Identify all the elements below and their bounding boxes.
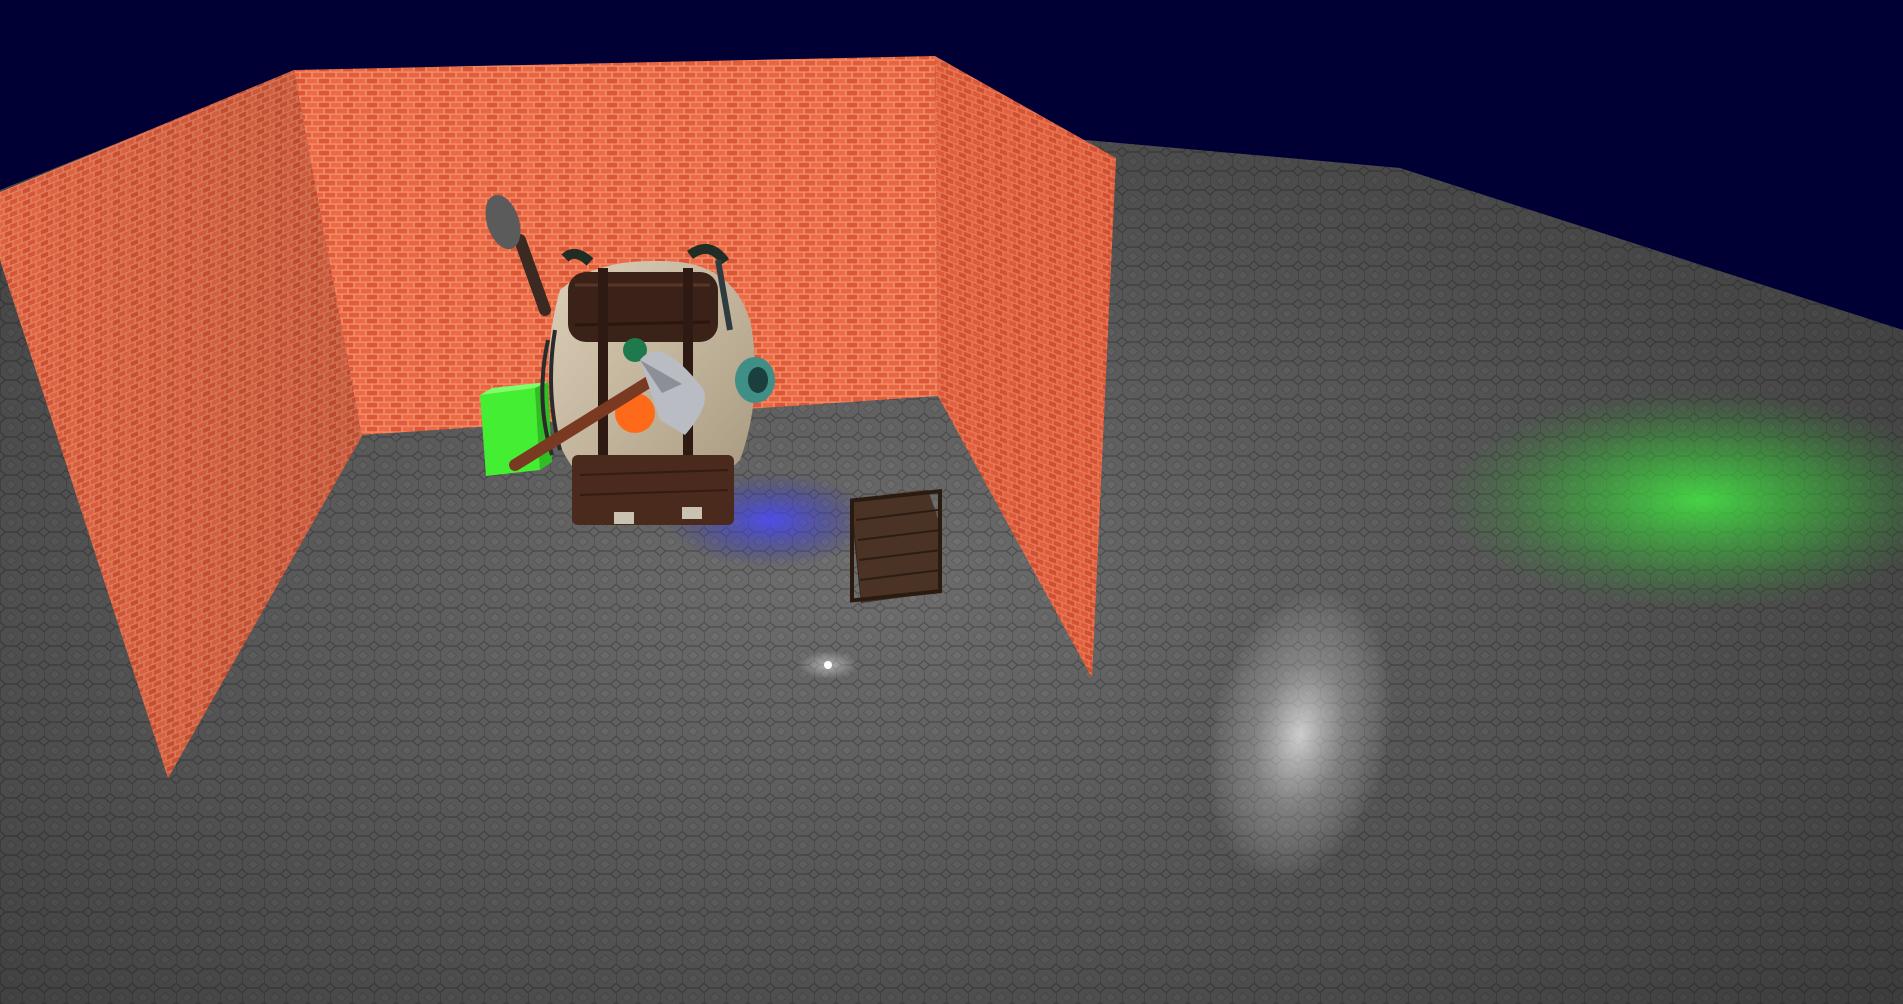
point-light-marker[interactable] — [798, 651, 858, 679]
scene-canvas[interactable] — [0, 0, 1903, 1004]
wooden-crate[interactable] — [850, 488, 942, 604]
game-viewport[interactable] — [0, 0, 1903, 1004]
